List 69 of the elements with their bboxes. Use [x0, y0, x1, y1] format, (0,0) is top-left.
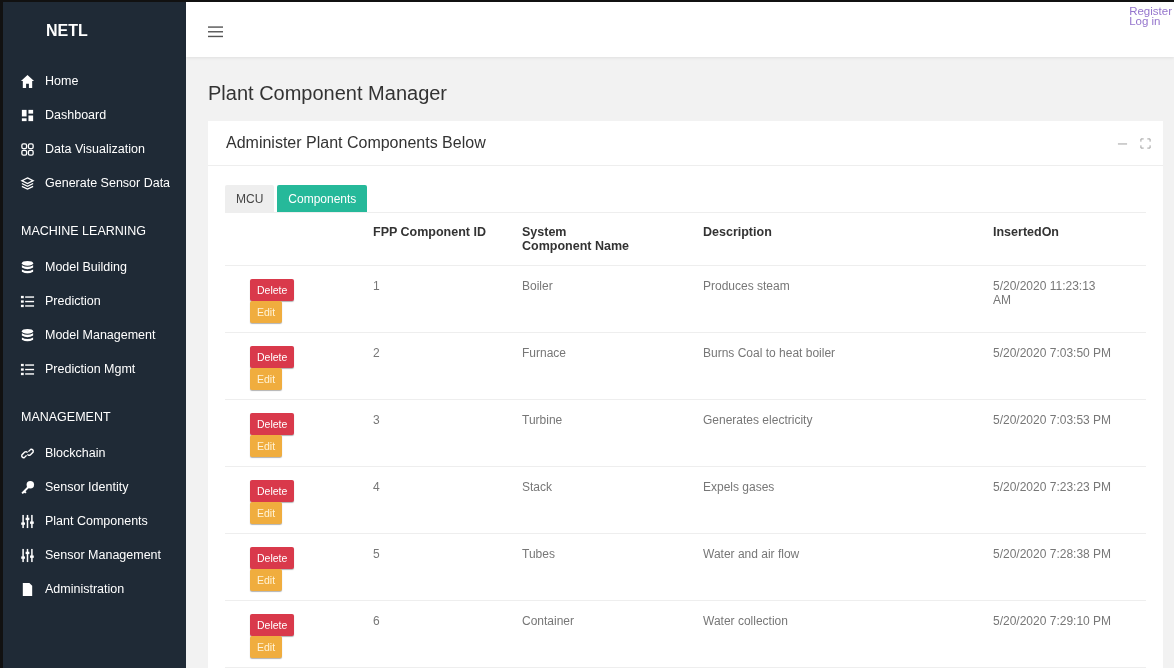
column-header: System Component Name	[521, 224, 630, 255]
fullscreen-icon[interactable]	[1140, 137, 1151, 149]
table-cell-text: Burns Coal to heat boiler	[702, 345, 837, 362]
table-cell-text: Stack	[521, 479, 553, 496]
delete-button[interactable]: Delete	[250, 480, 295, 502]
column-header: InsertedOn	[992, 224, 1060, 241]
sidebar-item[interactable]: Blockchain	[3, 436, 186, 470]
database-icon	[20, 259, 35, 275]
sliders-icon	[20, 513, 35, 529]
delete-button[interactable]: Delete	[250, 614, 295, 636]
sidebar-item[interactable]: Model Building	[3, 250, 186, 284]
table-cell-text: Boiler	[521, 278, 554, 295]
delete-button[interactable]: Delete	[250, 279, 295, 301]
table-cell-text: 5	[372, 546, 381, 563]
menu-icon[interactable]	[208, 26, 223, 38]
database-icon	[20, 327, 35, 343]
table-cell-text: 5/20/2020 7:23:23 PM	[992, 479, 1113, 496]
page-title: Plant Component Manager	[208, 82, 449, 105]
sidebar-item[interactable]: Data Visualization	[3, 132, 186, 166]
table-cell-text: 2	[372, 345, 381, 362]
table-cell-text: 4	[372, 479, 381, 496]
delete-button[interactable]: Delete	[250, 346, 295, 368]
sidebar-item[interactable]: Sensor Management	[3, 538, 186, 572]
header-link[interactable]: Log in	[1129, 16, 1172, 26]
sidebar-heading: MACHINE LEARNING	[20, 223, 148, 240]
sidebar-item[interactable]: Sensor Identity	[3, 470, 186, 504]
key-icon	[20, 479, 35, 495]
dashboard-icon	[20, 107, 35, 123]
column-header: FPP Component ID	[372, 224, 487, 241]
sidebar-item[interactable]: Prediction Mgmt	[3, 352, 186, 386]
table-cell-text: 5/20/2020 7:29:10 PM	[992, 613, 1113, 630]
layers-icon	[20, 175, 35, 191]
table-cell-text: 1	[372, 278, 381, 295]
sidebar-item[interactable]: Generate Sensor Data	[3, 166, 186, 200]
table-cell-text: Expels gases	[702, 479, 776, 496]
sidebar-item[interactable]: Model Management	[3, 318, 186, 352]
document-icon	[20, 581, 35, 597]
list-icon	[20, 361, 35, 377]
column-header: Description	[702, 224, 773, 241]
table-cell-text: 5/20/2020 11:23:13 AM	[992, 278, 1097, 309]
list-icon	[20, 293, 35, 309]
brand-logo[interactable]: NETL	[3, 2, 186, 64]
sidebar-heading: MANAGEMENT	[20, 409, 112, 426]
table-cell-text: Turbine	[521, 412, 564, 429]
table-cell-text: 6	[372, 613, 381, 630]
delete-button[interactable]: Delete	[250, 547, 295, 569]
sliders-icon	[20, 547, 35, 563]
table-cell-text: Furnace	[521, 345, 568, 362]
table-cell-text: Water collection	[702, 613, 789, 630]
table-cell-text: 5/20/2020 7:03:50 PM	[992, 345, 1113, 362]
table-cell-text: 3	[372, 412, 381, 429]
table-cell-text: 5/20/2020 7:03:53 PM	[992, 412, 1113, 429]
tab[interactable]: MCU	[225, 185, 275, 212]
sidebar-item[interactable]: Administration	[3, 572, 186, 606]
table-cell-text: Produces steam	[702, 278, 791, 295]
sidebar-item[interactable]: Prediction	[3, 284, 186, 318]
header-link[interactable]: Register	[1129, 6, 1172, 16]
home-icon	[20, 73, 35, 89]
sidebar-item[interactable]: Dashboard	[3, 98, 186, 132]
card-title: Administer Plant Components Below	[226, 134, 487, 152]
table-cell-text: Container	[521, 613, 576, 630]
sidebar-item[interactable]: Plant Components	[3, 504, 186, 538]
table-cell-text: Generates electricity	[702, 412, 814, 429]
table-cell-text: Tubes	[521, 546, 556, 563]
table-cell-text: 5/20/2020 7:28:38 PM	[992, 546, 1113, 563]
grid-icon	[20, 141, 35, 157]
table-cell-text: Water and air flow	[702, 546, 801, 563]
delete-button[interactable]: Delete	[250, 413, 295, 435]
sidebar-item[interactable]: Home	[3, 64, 186, 98]
